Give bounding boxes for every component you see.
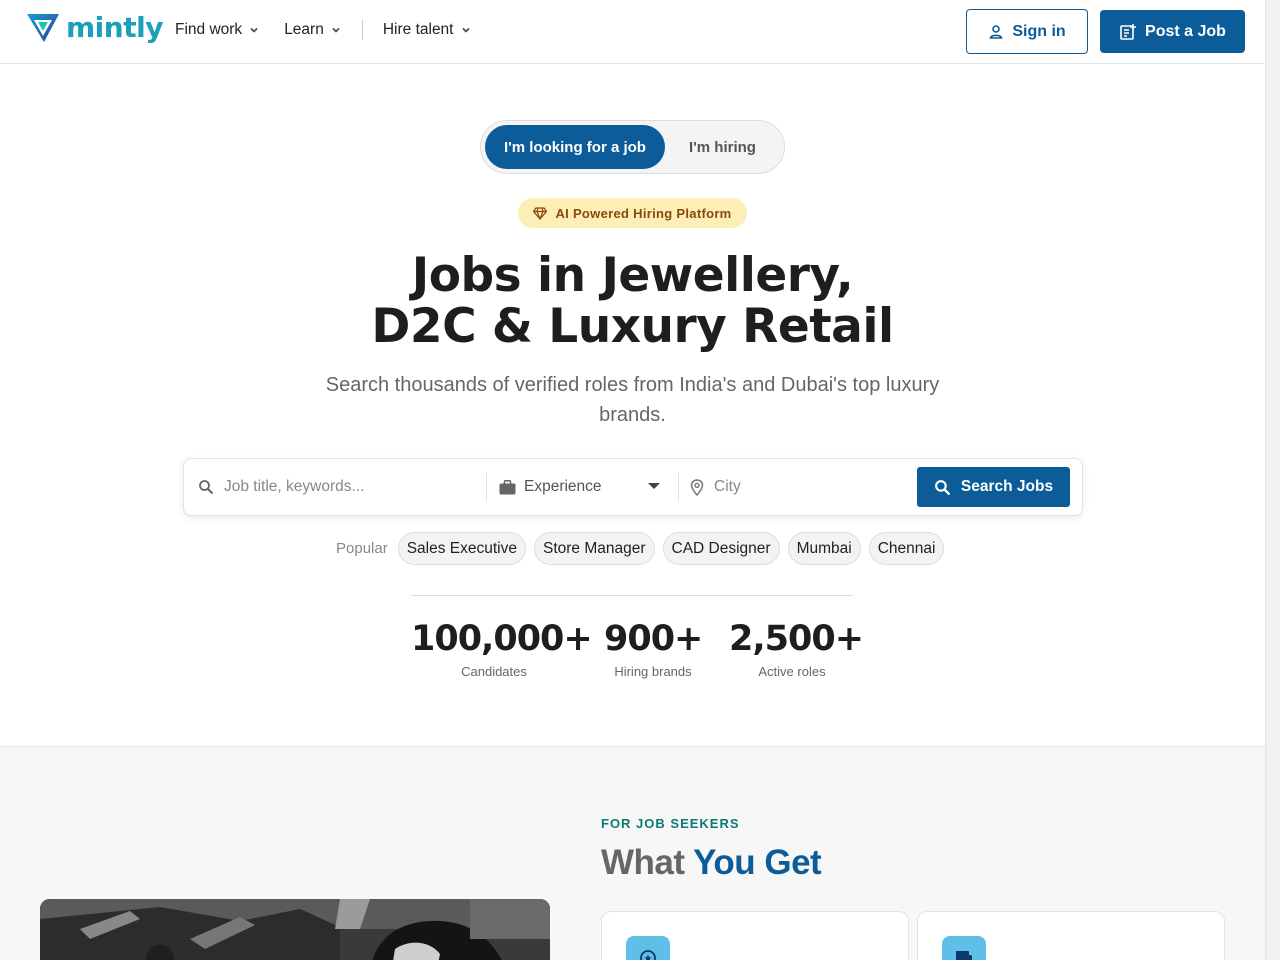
post-job-label: Post a Job [1145,22,1226,40]
section-title-part-1: What [601,843,685,882]
caret-down-icon [648,483,660,489]
search-jobs-label: Search Jobs [960,478,1054,495]
city-input[interactable] [714,478,894,496]
stats-divider [411,595,853,596]
mode-toggle: I'm looking for a job I'm hiring [480,120,785,174]
chevron-down-icon [332,27,340,33]
nav-hire-talent-label: Hire talent [382,21,454,38]
stat-caption: Candidates [461,664,527,679]
experience-value: Experience [524,478,602,495]
hero-title-line-1: Jobs in Jewellery, [411,248,854,303]
mintly-logo-icon [27,14,59,42]
nav-find-work-label: Find work [175,21,243,38]
popular-chip[interactable]: Store Manager [533,532,655,565]
toggle-job-seeker[interactable]: I'm looking for a job [485,125,665,169]
post-job-button[interactable]: Post a Job [1100,10,1245,53]
hero-title: Jobs in Jewellery, D2C & Luxury Retail [0,250,1265,352]
sign-in-button[interactable]: Sign in [966,9,1088,54]
keyword-input[interactable] [224,478,474,496]
keyword-field [198,459,488,515]
jeweller-photo [40,899,550,960]
popular-label: Popular [336,540,388,557]
section-eyebrow: FOR JOB SEEKERS [601,816,740,831]
nav-learn[interactable]: Learn [284,21,342,39]
stat-candidates: 100,000+ Candidates [411,618,593,679]
city-field [690,459,900,515]
brand-logo[interactable]: mintly [26,12,163,44]
search-icon [934,479,951,495]
hero-subtitle: Search thousands of verified roles from … [325,374,940,426]
post-add-icon [1120,23,1137,40]
stat-hiring-brands: 900+ Hiring brands [604,618,703,679]
ai-badge: AI Powered Hiring Platform [518,198,747,228]
chevron-down-icon [250,27,258,33]
search-jobs-button[interactable]: Search Jobs [917,467,1070,507]
nav-find-work[interactable]: Find work [175,21,260,39]
benefit-card [601,911,909,960]
stat-caption: Active roles [758,664,826,679]
user-icon [989,24,1003,39]
top-navbar: mintly Find work Learn Hire talent Sign … [0,0,1265,64]
nav-divider [361,20,363,40]
search-divider [678,473,679,501]
sign-in-label: Sign in [1012,22,1066,40]
chevron-down-icon [461,27,470,33]
stat-value: 100,000+ [411,619,593,659]
job-search-bar: Experience Search Jobs [183,458,1083,516]
section-title-part-2: You Get [693,843,822,882]
popular-chip[interactable]: Mumbai [787,532,861,565]
stat-value: 2,500+ [729,619,864,659]
benefit-card [917,911,1225,960]
job-seekers-section: FOR JOB SEEKERS What You Get [0,746,1265,960]
photo-image [40,899,550,960]
page-scrollbar[interactable] [1265,0,1280,960]
experience-select[interactable]: Experience [499,459,664,515]
popular-chip[interactable]: Sales Executive [397,532,526,565]
hero-title-line-2: D2C & Luxury Retail [371,299,894,354]
location-pin-icon [690,478,704,496]
ai-badge-label: AI Powered Hiring Platform [555,205,732,221]
main-nav: Find work Learn Hire talent [175,20,472,40]
stat-value: 900+ [604,619,703,659]
page: mintly Find work Learn Hire talent Sign … [0,0,1265,960]
search-divider [486,473,487,501]
brand-name: mintly [66,11,163,44]
toggle-hiring[interactable]: I'm hiring [665,125,780,169]
chat-icon [942,936,986,960]
popular-chip[interactable]: CAD Designer [662,532,780,565]
nav-hire-talent[interactable]: Hire talent [383,21,472,39]
briefcase-icon [499,479,516,494]
stat-active-roles: 2,500+ Active roles [729,618,864,679]
badge-star-icon [626,936,670,960]
search-icon [199,480,214,495]
popular-chip[interactable]: Chennai [868,532,945,565]
nav-learn-label: Learn [284,21,324,38]
popular-searches: Popular Sales Executive Store Manager CA… [336,532,945,565]
stat-caption: Hiring brands [614,664,692,679]
diamond-icon [533,206,548,220]
section-title: What You Get [601,843,822,883]
